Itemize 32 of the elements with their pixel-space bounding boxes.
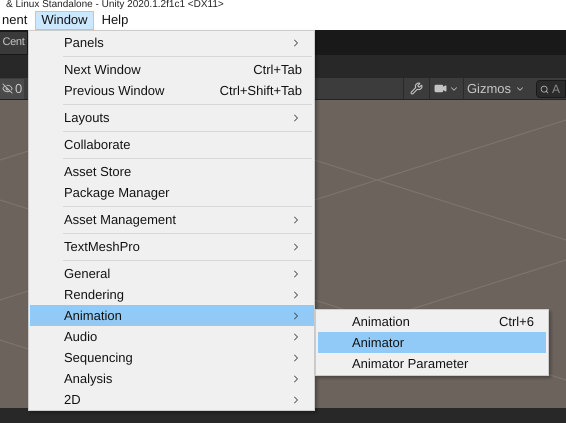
camera-icon: [434, 82, 447, 95]
menu-item[interactable]: Previous Window Ctrl+Shift+Tab: [30, 80, 314, 101]
menu-item[interactable]: TextMeshPro: [30, 236, 314, 257]
menu-item[interactable]: Package Manager: [30, 182, 314, 203]
menu-item[interactable]: Asset Store: [30, 161, 314, 182]
shortcut-text: Ctrl+6: [498, 312, 534, 331]
window-title: & Linux Standalone - Unity 2020.1.2f1c1 <DX11>: [5, 0, 224, 10]
menu-item[interactable]: Animator: [318, 332, 546, 353]
menu-bar-item[interactable]: Window: [35, 10, 94, 30]
shortcut-text: Ctrl+Tab: [253, 60, 302, 79]
shortcut-text: Ctrl+Shift+Tab: [220, 82, 302, 100]
menu-item[interactable]: Animation Ctrl+6: [318, 311, 546, 332]
menu-item[interactable]: Layouts: [30, 107, 314, 128]
menu-bar-item[interactable]: nent: [0, 10, 34, 30]
search-field[interactable]: A: [536, 80, 566, 98]
menu-item[interactable]: Rendering: [30, 284, 314, 305]
menu-bar-item[interactable]: Help: [96, 10, 134, 30]
tools-icon: [410, 82, 423, 95]
menu-item[interactable]: 2D: [30, 389, 314, 410]
menu-item[interactable]: Panels: [30, 32, 314, 53]
pivot-button[interactable]: Cent: [0, 32, 27, 54]
menu-item[interactable]: Next Window Ctrl+Tab: [30, 59, 314, 80]
menu-item[interactable]: Sequencing: [30, 347, 314, 368]
eye-off-icon: [2, 83, 13, 94]
hidden-count-button[interactable]: 0: [0, 78, 24, 98]
menu-item[interactable]: Audio: [30, 326, 314, 347]
menu-item[interactable]: Collaborate: [30, 134, 314, 155]
menu-item[interactable]: Analysis: [30, 368, 314, 389]
menu-item[interactable]: Animator Parameter: [318, 353, 546, 374]
menu-item[interactable]: General: [30, 263, 314, 284]
menu-item[interactable]: Asset Management: [30, 209, 314, 230]
menu-item[interactable]: Animation: [30, 305, 314, 326]
